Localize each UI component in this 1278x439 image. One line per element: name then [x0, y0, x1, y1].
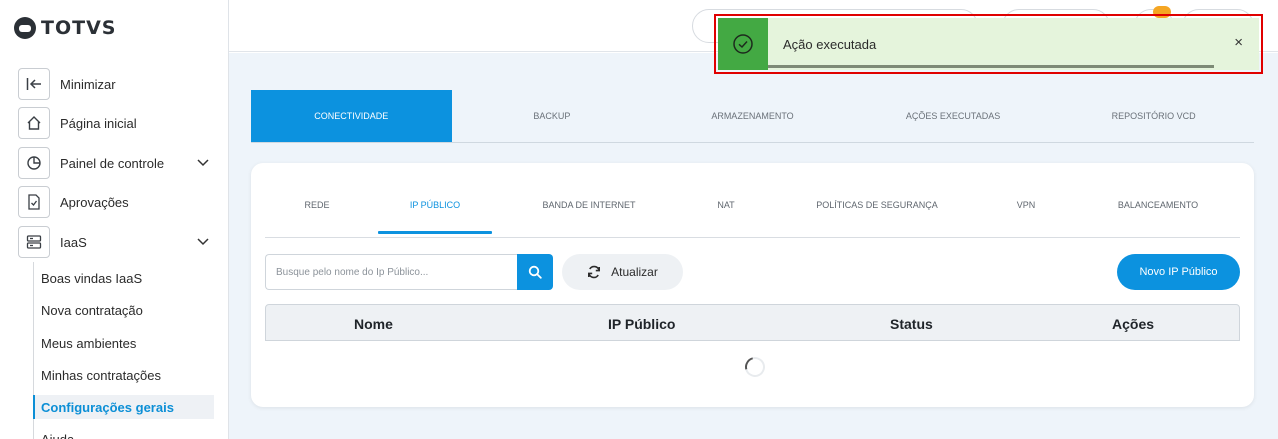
refresh-button-label: Atualizar — [611, 265, 658, 279]
column-header-ip-publico: IP Público — [608, 315, 676, 332]
search-icon — [528, 265, 542, 279]
home-icon — [18, 107, 50, 139]
document-check-icon — [18, 186, 50, 218]
totvs-logo-icon — [14, 17, 36, 39]
column-header-status: Status — [890, 315, 933, 332]
submenu-item-nova-contratacao[interactable]: Nova contratação — [33, 298, 214, 322]
sidebar-item-label: Página inicial — [60, 115, 137, 131]
tab-repositorio-vcd[interactable]: REPOSITÓRIO VCD — [1053, 90, 1254, 142]
tab-backup[interactable]: BACKUP — [452, 90, 653, 142]
submenu-item-ajuda[interactable]: Ajuda — [33, 427, 214, 439]
pie-chart-icon — [18, 147, 50, 179]
main-tabs: CONECTIVIDADE BACKUP ARMAZENAMENTO AÇÕES… — [251, 90, 1254, 143]
sidebar: TOTVS Minimizar Página inicial Painel de… — [0, 0, 229, 439]
table-header: Nome IP Público Status Ações — [265, 304, 1240, 341]
tab-ip-publico[interactable]: IP PÚBLICO — [378, 190, 492, 220]
tab-acoes-executadas[interactable]: AÇÕES EXECUTADAS — [853, 90, 1054, 142]
submenu-item-configuracoes-gerais[interactable]: Configurações gerais — [33, 395, 214, 419]
chevron-down-icon — [197, 159, 209, 167]
totvs-logo[interactable]: TOTVS — [14, 15, 116, 41]
new-ip-button[interactable]: Novo IP Público — [1117, 254, 1240, 290]
tab-conectividade[interactable]: CONECTIVIDADE — [251, 90, 452, 142]
server-icon — [18, 226, 50, 258]
search-button[interactable] — [517, 254, 553, 290]
tab-balanceamento[interactable]: BALANCEAMENTO — [1095, 190, 1221, 220]
tab-vpn[interactable]: VPN — [996, 190, 1056, 220]
tab-banda-de-internet[interactable]: BANDA DE INTERNET — [519, 190, 659, 220]
refresh-icon — [588, 265, 601, 279]
tab-nat[interactable]: NAT — [696, 190, 756, 220]
sidebar-item-label: Aprovações — [60, 194, 129, 210]
toast-progress-bar — [768, 65, 1214, 68]
search-input[interactable] — [265, 254, 517, 290]
success-toast: Ação executada × — [718, 18, 1259, 70]
sidebar-item-iaas[interactable]: IaaS — [18, 226, 218, 258]
column-header-nome: Nome — [354, 315, 393, 332]
totvs-logo-text: TOTVS — [41, 17, 117, 39]
submenu-item-boas-vindas[interactable]: Boas vindas IaaS — [33, 266, 214, 290]
sidebar-item-pagina-inicial[interactable]: Página inicial — [18, 107, 218, 139]
close-icon[interactable]: × — [1234, 34, 1243, 51]
sidebar-item-label: Minimizar — [60, 76, 116, 92]
sidebar-item-label: IaaS — [60, 234, 87, 250]
submenu-item-meus-ambientes[interactable]: Meus ambientes — [33, 331, 214, 355]
active-tab-indicator — [378, 231, 492, 234]
collapse-left-icon — [18, 68, 50, 100]
chevron-down-icon — [197, 238, 209, 246]
sidebar-item-aprovacoes[interactable]: Aprovações — [18, 186, 218, 218]
sidebar-item-label: Painel de controle — [60, 155, 165, 171]
tab-armazenamento[interactable]: ARMAZENAMENTO — [652, 90, 853, 142]
check-circle-icon — [733, 34, 753, 54]
tab-politicas-de-seguranca[interactable]: POLÍTICAS DE SEGURANÇA — [795, 190, 959, 220]
submenu-item-minhas-contratacoes[interactable]: Minhas contratações — [33, 363, 214, 387]
column-header-acoes: Ações — [1112, 315, 1155, 332]
refresh-button[interactable]: Atualizar — [562, 254, 683, 290]
toast-message: Ação executada — [783, 37, 877, 52]
tab-rede[interactable]: REDE — [265, 190, 369, 220]
sidebar-item-minimizar[interactable]: Minimizar — [18, 68, 218, 100]
toast-icon-container — [718, 18, 768, 70]
sidebar-item-painel-de-controle[interactable]: Painel de controle — [18, 147, 218, 179]
